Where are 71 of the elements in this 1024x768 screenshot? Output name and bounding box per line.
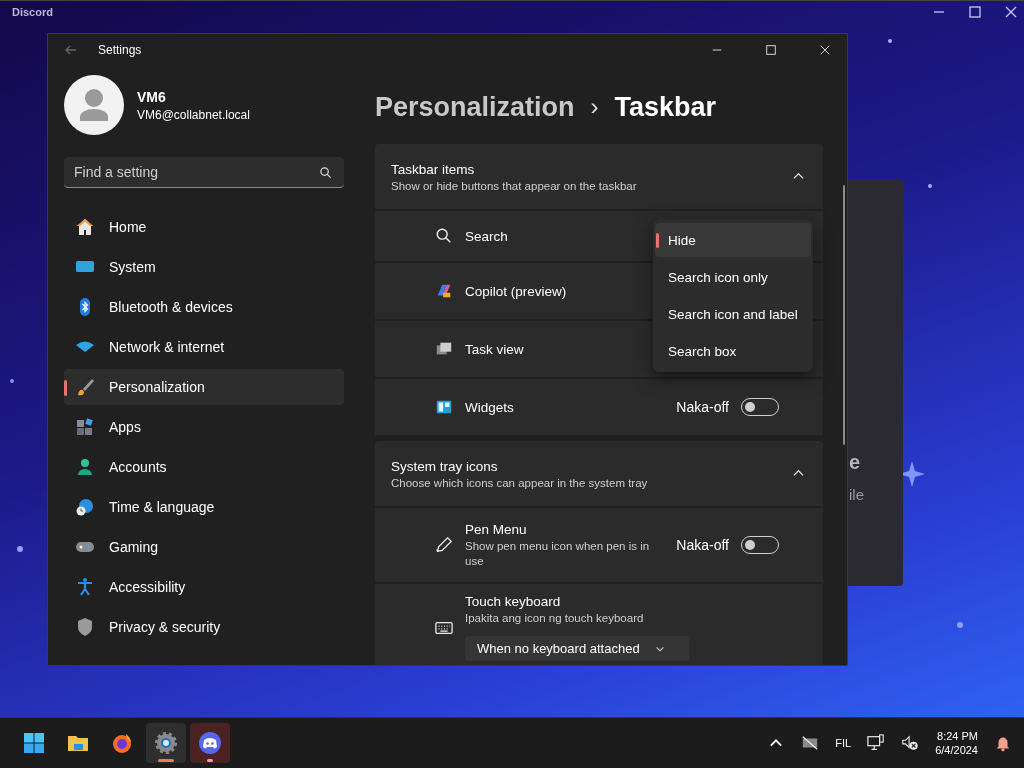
nav-item[interactable]: Bluetooth & devices	[64, 289, 344, 325]
firefox-icon	[110, 731, 134, 756]
nav-item[interactable]: Apps	[64, 409, 344, 445]
close-icon[interactable]	[1004, 5, 1018, 19]
section-title: System tray icons	[391, 458, 499, 474]
setting-label: Search	[465, 228, 508, 244]
window-title: Settings	[98, 42, 142, 57]
nav-item[interactable]: Accounts	[64, 449, 344, 485]
nav-item[interactable]: Personalization	[64, 369, 344, 405]
menu-option[interactable]: Search icon only	[655, 260, 811, 294]
settings-taskbar-button[interactable]	[146, 723, 186, 764]
brush-icon	[75, 377, 95, 397]
maximize-icon[interactable]	[765, 43, 777, 56]
setting-label: Pen Menu	[465, 521, 527, 537]
monitor-icon[interactable]	[867, 734, 886, 753]
section-header[interactable]: Taskbar items Show or hide buttons that appear on the taskbar	[375, 144, 823, 209]
partial-heading: e	[849, 451, 861, 474]
dropdown[interactable]: When no keyboard attached	[465, 636, 689, 661]
setting-label: Copilot (preview)	[465, 283, 567, 299]
section-subtitle: Show or hide buttons that appear on the taskbar	[391, 179, 638, 192]
breadcrumb-separator: ›	[590, 93, 599, 121]
section-header[interactable]: System tray icons Choose which icons can appear in the system tray	[375, 441, 823, 506]
language-indicator[interactable]: FIL	[835, 737, 852, 750]
apps-icon	[75, 417, 95, 437]
scrollbar[interactable]	[843, 185, 845, 445]
partial-text: ile	[849, 486, 864, 503]
home-icon	[75, 217, 95, 237]
clock[interactable]: 8:24 PM 6/4/2024	[935, 730, 978, 757]
user-email: VM6@collabnet.local	[137, 107, 250, 122]
user-name: VM6	[137, 88, 167, 105]
toggle-state-label: Naka-off	[676, 399, 729, 415]
setting-label: Widgets	[465, 399, 514, 415]
menu-option[interactable]: Search icon and label	[655, 297, 811, 331]
nav-item[interactable]: Accessibility	[64, 569, 344, 605]
setting-description: Show pen menu icon when pen is in use	[465, 538, 651, 569]
avatar-icon	[64, 75, 124, 135]
privacy-icon	[75, 617, 95, 637]
menu-option[interactable]: Hide	[655, 223, 811, 257]
setting-label: Task view	[465, 341, 524, 357]
pen-icon	[435, 536, 453, 554]
setting-description: Ipakita ang icon ng touch keyboard	[465, 611, 644, 626]
time-icon	[75, 497, 95, 517]
breadcrumb-link[interactable]: Personalization	[375, 91, 575, 123]
accounts-icon	[75, 457, 95, 477]
discord-taskbar-button[interactable]	[190, 723, 230, 764]
speaker-muted-icon[interactable]	[901, 734, 920, 753]
accessibility-icon	[75, 577, 95, 597]
discord-icon	[198, 731, 222, 756]
network-off-icon[interactable]	[801, 734, 820, 753]
page-title: Taskbar	[614, 91, 717, 123]
search-field[interactable]: Find a setting	[64, 157, 344, 188]
settings-icon	[154, 731, 178, 756]
nav-item[interactable]: Gaming	[64, 529, 344, 565]
search-icon	[319, 166, 332, 179]
nav-item[interactable]: Privacy & security	[64, 609, 344, 645]
copilot-icon	[435, 282, 453, 300]
maximize-icon[interactable]	[968, 5, 982, 19]
section-subtitle: Choose which icons can appear in the system tray	[391, 476, 649, 489]
window-title: Discord	[12, 6, 53, 18]
close-icon[interactable]	[819, 43, 831, 56]
nav-item[interactable]: Home	[64, 209, 344, 245]
start-icon	[22, 731, 46, 756]
menu-option[interactable]: Search box	[655, 334, 811, 368]
widgets-icon	[435, 398, 453, 416]
toggle-state-label: Naka-off	[676, 537, 729, 553]
section-title: Taskbar items	[391, 161, 476, 177]
nav-item[interactable]: System	[64, 249, 344, 285]
nav-item[interactable]: Network & internet	[64, 329, 344, 365]
search-icon	[435, 227, 453, 245]
setting-label: Touch keyboard	[465, 594, 561, 609]
nav-item[interactable]: Time & language	[64, 489, 344, 525]
